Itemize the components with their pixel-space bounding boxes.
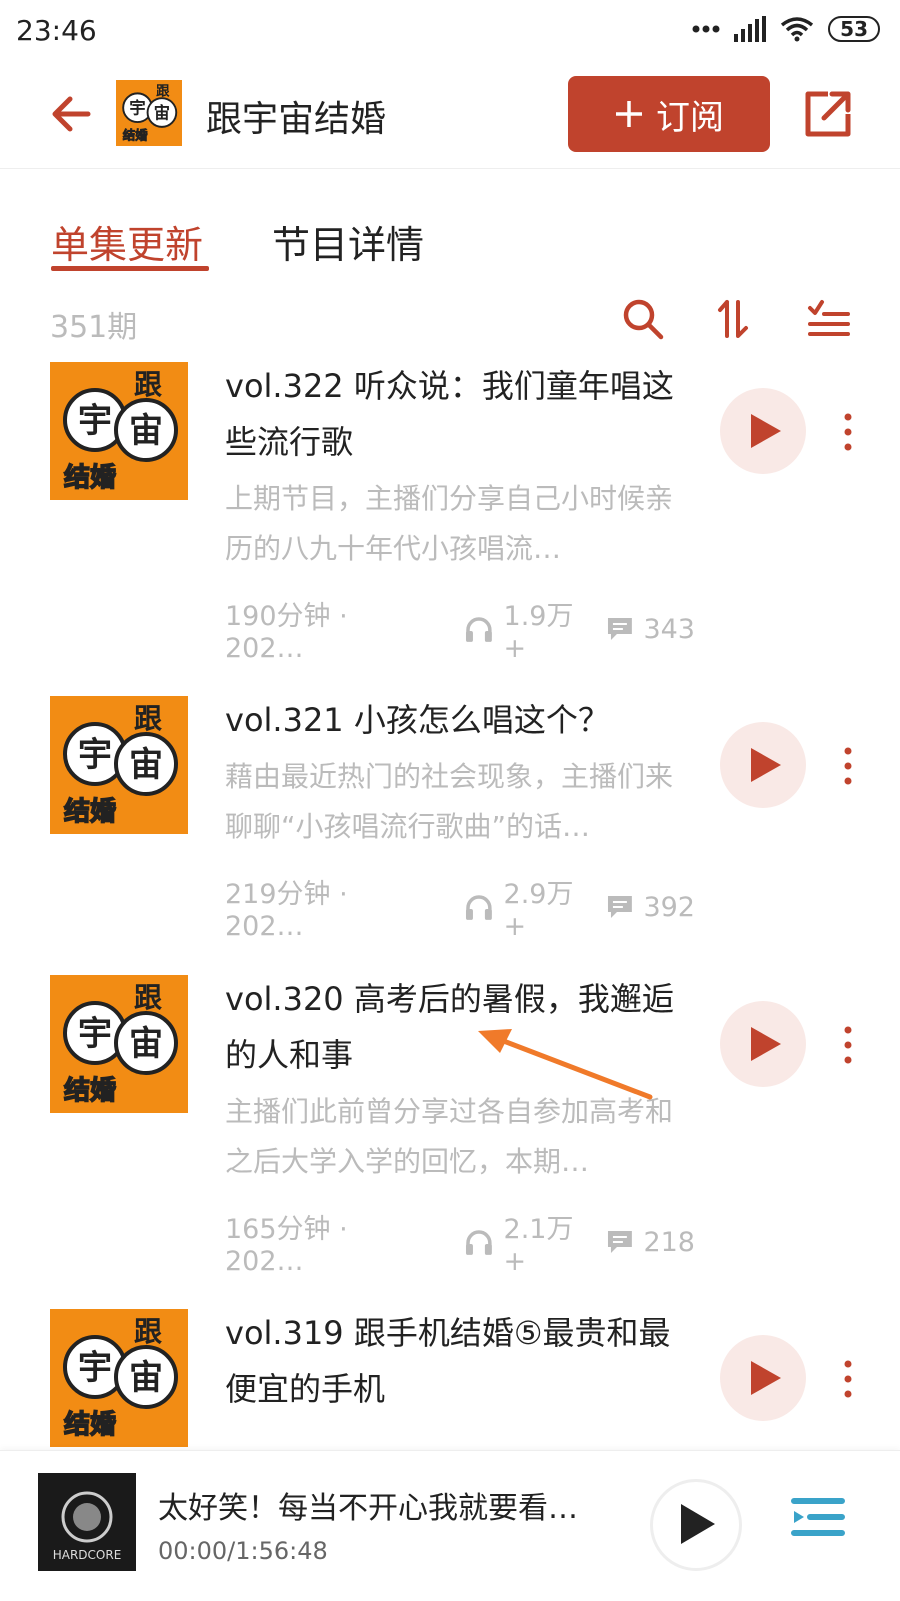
svg-text:宇: 宇 — [78, 1014, 112, 1054]
mini-play-button[interactable] — [650, 1479, 742, 1571]
episode-meta: 219分钟 · 202… 2.9万+ 392 — [225, 872, 695, 942]
tab-bar: 单集更新 节目详情 — [0, 206, 900, 276]
svg-text:结婚: 结婚 — [64, 1076, 116, 1106]
svg-text:宇: 宇 — [78, 735, 112, 775]
now-playing-title: 太好笑！每当不开心我就要看… — [158, 1491, 578, 1526]
episode-plays: 2.9万+ — [503, 879, 574, 942]
episode-item[interactable]: 跟 宇 宙 结婚 vol.319 跟手机结婚⑤最贵和最便宜的手机 — [0, 1309, 900, 1450]
more-options-icon[interactable] — [838, 746, 858, 786]
episode-title: vol.322 听众说：我们童年唱这些流行歌 — [225, 367, 674, 461]
episode-duration: 165分钟 · 202… — [225, 1214, 348, 1277]
svg-text:宇: 宇 — [78, 401, 112, 441]
episode-description: 藉由最近热门的社会现象，主播们来聊聊“小孩唱流行歌曲”的话… — [225, 760, 674, 843]
comment-icon — [607, 618, 632, 640]
battery-indicator: 53 — [828, 16, 880, 42]
playlist-icon[interactable] — [790, 1491, 846, 1547]
episode-title: vol.321 小孩怎么唱这个？ — [225, 701, 610, 739]
status-bar: 23:46 53 — [0, 0, 900, 60]
svg-text:结婚: 结婚 — [64, 1410, 116, 1440]
annotation-arrow — [478, 1029, 653, 1100]
episode-toolbar: 351期 — [0, 296, 900, 346]
episode-plays: 1.9万+ — [503, 601, 574, 664]
episode-cover: 跟 宇 宙 结婚 — [50, 1309, 188, 1447]
episode-cover: 跟 宇 宙 结婚 — [50, 362, 188, 500]
back-arrow-icon[interactable] — [44, 86, 100, 142]
wifi-icon — [781, 17, 814, 42]
play-button[interactable] — [720, 1335, 806, 1421]
svg-text:跟: 跟 — [156, 83, 170, 99]
tab-details[interactable]: 节目详情 — [272, 214, 424, 269]
svg-text:结婚: 结婚 — [64, 797, 116, 827]
headphones-icon — [465, 895, 492, 920]
episode-title: vol.319 跟手机结婚⑤最贵和最便宜的手机 — [225, 1314, 671, 1408]
svg-text:跟: 跟 — [134, 981, 162, 1014]
sort-icon[interactable] — [712, 296, 758, 342]
play-button[interactable] — [720, 722, 806, 808]
page-title: 跟宇宙结婚 — [206, 99, 387, 140]
svg-text:宙: 宙 — [129, 1024, 163, 1064]
more-options-icon[interactable] — [838, 412, 858, 452]
episode-item[interactable]: 跟 宇 宙 结婚 vol.320 高考后的暑假，我邂逅的人和事 主播们此前曾分享… — [0, 975, 900, 1277]
svg-text:跟: 跟 — [134, 368, 162, 401]
play-icon — [681, 1504, 715, 1544]
more-options-icon[interactable] — [838, 1359, 858, 1399]
episode-cover: 跟 宇 宙 结婚 — [50, 696, 188, 834]
plus-icon — [616, 101, 642, 127]
svg-text:跟: 跟 — [134, 702, 162, 735]
episode-meta: 190分钟 · 202… 1.9万+ 343 — [225, 594, 695, 664]
active-tab-indicator — [51, 266, 209, 271]
episode-plays: 2.1万+ — [503, 1214, 574, 1277]
comment-icon — [607, 896, 632, 918]
episode-duration: 219分钟 · 202… — [225, 879, 348, 942]
play-icon — [751, 1027, 781, 1061]
play-button[interactable] — [720, 1001, 806, 1087]
mini-player[interactable]: HARDCORE 太好笑！每当不开心我就要看… 00:00/1:56:48 — [0, 1450, 900, 1601]
episode-description: 上期节目，主播们分享自己小时候亲历的八九十年代小孩唱流… — [225, 482, 674, 565]
subscribe-button[interactable]: 订阅 — [568, 76, 770, 152]
svg-text:结婚: 结婚 — [64, 463, 116, 493]
episode-comments: 343 — [643, 613, 695, 645]
headphones-icon — [465, 617, 492, 642]
more-options-icon[interactable] — [838, 1025, 858, 1065]
svg-text:宙: 宙 — [154, 103, 170, 122]
episode-item[interactable]: 跟 宇 宙 结婚 vol.322 听众说：我们童年唱这些流行歌 上期节目，主播们… — [0, 362, 900, 664]
episode-count: 351期 — [50, 310, 138, 345]
status-time: 23:46 — [16, 14, 97, 47]
share-icon[interactable] — [800, 86, 856, 142]
svg-text:结婚: 结婚 — [123, 127, 148, 142]
svg-text:宙: 宙 — [129, 1358, 163, 1398]
episode-cover: 跟 宇 宙 结婚 — [50, 975, 188, 1113]
now-playing-cover: HARDCORE — [38, 1473, 136, 1571]
episode-comments: 392 — [643, 891, 695, 923]
episode-duration: 190分钟 · 202… — [225, 601, 348, 664]
play-icon — [751, 414, 781, 448]
svg-text:HARDCORE: HARDCORE — [53, 1548, 122, 1562]
headphones-icon — [465, 1230, 492, 1255]
filter-list-icon[interactable] — [806, 296, 852, 342]
episode-comments: 218 — [643, 1226, 695, 1258]
episode-meta: 165分钟 · 202… 2.1万+ 218 — [225, 1207, 695, 1277]
signal-dots-icon — [692, 25, 720, 33]
play-button[interactable] — [720, 388, 806, 474]
now-playing-time: 00:00/1:56:48 — [158, 1537, 328, 1565]
podcast-cover-thumb: 跟 宇 宙 结婚 — [116, 80, 182, 146]
cell-signal-icon — [734, 16, 767, 42]
subscribe-label: 订阅 — [656, 97, 724, 138]
comment-icon — [607, 1231, 632, 1253]
svg-text:宙: 宙 — [129, 411, 163, 451]
play-icon — [751, 748, 781, 782]
svg-text:宇: 宇 — [78, 1348, 112, 1388]
episode-item[interactable]: 跟 宇 宙 结婚 vol.321 小孩怎么唱这个？ 藉由最近热门的社会现象，主播… — [0, 696, 900, 946]
svg-text:宙: 宙 — [129, 745, 163, 785]
play-icon — [751, 1361, 781, 1395]
tab-episodes[interactable]: 单集更新 — [51, 214, 203, 269]
search-icon[interactable] — [620, 296, 666, 342]
app-header: 跟 宇 宙 结婚 跟宇宙结婚 订阅 — [0, 60, 900, 169]
svg-text:宇: 宇 — [129, 98, 145, 117]
svg-text:跟: 跟 — [134, 1315, 162, 1348]
